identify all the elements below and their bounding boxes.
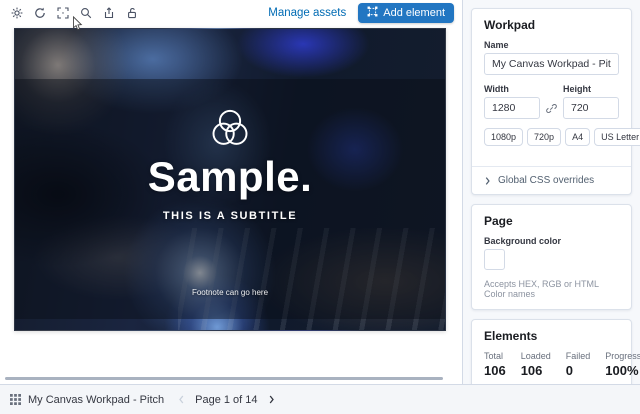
elements-panel-heading: Elements [484, 329, 619, 343]
add-element-label: Add element [383, 7, 445, 19]
add-element-button[interactable]: Add element [358, 3, 454, 23]
size-presets: 1080p 720p A4 US Letter [484, 128, 619, 146]
slide-footnote[interactable]: Footnote can go here [15, 288, 445, 297]
preset-720p-button[interactable]: 720p [527, 128, 561, 146]
slide-page-1[interactable]: Sample. THIS IS A SUBTITLE Footnote can … [14, 28, 446, 331]
stat-label: Failed [566, 351, 591, 361]
workpad-stage: Sample. THIS IS A SUBTITLE Footnote can … [0, 26, 462, 384]
global-css-label: Global CSS overrides [498, 175, 594, 186]
zoom-icon[interactable] [78, 6, 93, 21]
slide-title[interactable]: Sample. [15, 153, 445, 201]
canvas-app: Manage assets Add element [0, 0, 640, 414]
workpad-name-input[interactable] [484, 53, 619, 75]
stat-value: 106 [521, 363, 551, 378]
global-css-accordion[interactable]: Global CSS overrides [472, 166, 631, 194]
next-page-chevron-icon[interactable] [268, 394, 275, 405]
page-manager-grid-icon[interactable] [10, 394, 21, 405]
three-circles-logo-icon[interactable] [15, 109, 445, 156]
elements-stats: Total 106 Loaded 106 Failed 0 Progress [484, 351, 619, 378]
workpad-panel: Workpad Name Width [471, 8, 632, 195]
stat-label: Loaded [521, 351, 551, 361]
height-input[interactable] [563, 97, 619, 119]
vector-square-icon [367, 6, 378, 20]
stat-value: 100% [605, 363, 640, 378]
unlock-icon[interactable] [124, 6, 139, 21]
slide-subtitle[interactable]: THIS IS A SUBTITLE [15, 210, 445, 222]
manage-assets-link[interactable]: Manage assets [268, 7, 346, 19]
editor-pane: Manage assets Add element [0, 0, 462, 384]
link-dimensions-icon[interactable] [546, 97, 557, 119]
stat-failed: Failed 0 [566, 351, 591, 378]
elements-panel: Elements Total 106 Loaded 106 Failed 0 [471, 319, 632, 384]
page-panel-heading: Page [484, 214, 619, 228]
stat-value: 0 [566, 363, 591, 378]
stat-label: Progress [605, 351, 640, 361]
color-helper-text: Accepts HEX, RGB or HTML Color names [484, 279, 619, 299]
stat-progress: Progress 100% [605, 351, 640, 378]
settings-gear-icon[interactable] [9, 6, 24, 21]
chevron-right-icon [484, 176, 491, 186]
workpad-panel-heading: Workpad [484, 18, 619, 32]
width-label: Width [484, 84, 540, 94]
preset-us-letter-button[interactable]: US Letter [594, 128, 640, 146]
fullscreen-icon[interactable] [55, 6, 70, 21]
refresh-icon[interactable] [32, 6, 47, 21]
height-label: Height [563, 84, 619, 94]
editor-toolbar: Manage assets Add element [0, 0, 462, 26]
preset-a4-button[interactable]: A4 [565, 128, 590, 146]
slide-content: Sample. THIS IS A SUBTITLE Footnote can … [15, 29, 445, 330]
page-panel: Page Background color Accepts HEX, RGB o… [471, 204, 632, 310]
footer-bar: My Canvas Workpad - Pitch Page 1 of 14 [0, 384, 640, 414]
name-label: Name [484, 40, 619, 50]
stat-label: Total [484, 351, 506, 361]
footer-workpad-name[interactable]: My Canvas Workpad - Pitch [28, 394, 164, 406]
horizontal-scrollbar[interactable] [5, 377, 443, 380]
page-indicator[interactable]: Page 1 of 14 [195, 394, 257, 406]
export-icon[interactable] [101, 6, 116, 21]
stat-loaded: Loaded 106 [521, 351, 551, 378]
page-navigation: Page 1 of 14 [178, 394, 274, 406]
background-color-swatch[interactable] [484, 249, 505, 270]
settings-sidebar: Workpad Name Width [462, 0, 640, 384]
toolbar-icon-group [9, 6, 139, 21]
width-input[interactable] [484, 97, 540, 119]
background-color-label: Background color [484, 236, 619, 246]
stat-total: Total 106 [484, 351, 506, 378]
toolbar-actions: Manage assets Add element [268, 3, 454, 23]
preset-1080p-button[interactable]: 1080p [484, 128, 523, 146]
stat-value: 106 [484, 363, 506, 378]
previous-page-chevron-icon[interactable] [178, 394, 185, 405]
